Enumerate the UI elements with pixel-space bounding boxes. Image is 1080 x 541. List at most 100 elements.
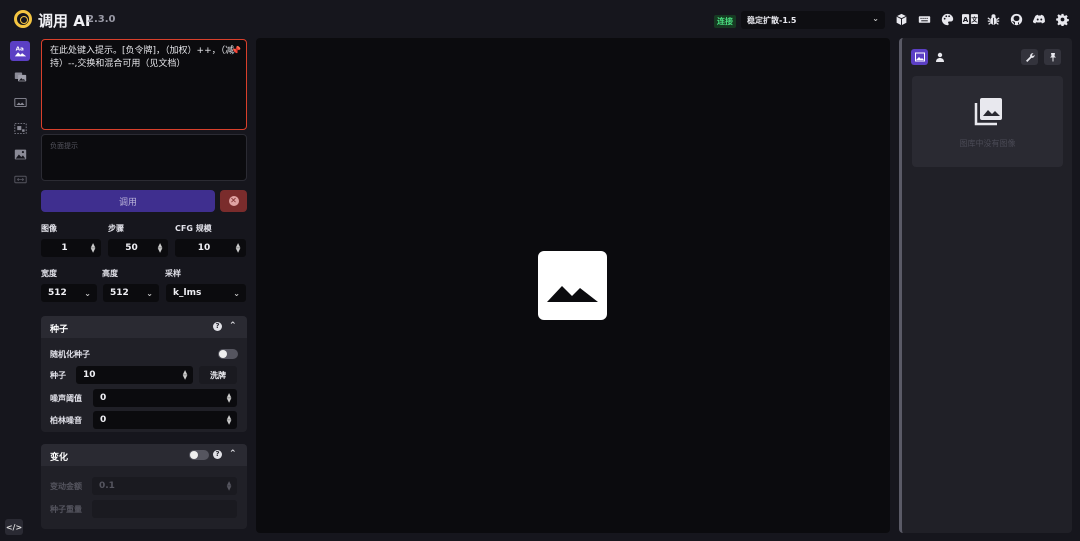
negative-prompt-input[interactable]: 负面提示 (41, 134, 247, 181)
model-select[interactable]: 稳定扩散-1.5 ⌄ (741, 11, 885, 29)
width-label: 宽度 (41, 269, 57, 278)
outpaint-icon (13, 122, 27, 134)
perlin-value: 0 (100, 415, 107, 425)
variation-toggle[interactable] (189, 450, 209, 460)
nav-nodes[interactable] (10, 144, 30, 164)
help-icon[interactable]: ? (213, 322, 222, 331)
images-value: 1 (61, 243, 68, 253)
height-label: 高度 (102, 269, 118, 278)
sampler-value: k_lms (173, 288, 202, 298)
landscape-icon (14, 149, 26, 159)
seed-input[interactable]: 10 ▲ ▼ (76, 366, 193, 384)
invoke-button[interactable]: 调用 (41, 190, 215, 212)
random-seed-toggle[interactable] (218, 349, 238, 359)
svg-text:文: 文 (971, 16, 978, 24)
cancel-button[interactable]: ✕ (220, 190, 247, 212)
perlin-input[interactable]: 0 ▲ ▼ (93, 411, 237, 429)
wrench-icon (1025, 53, 1035, 62)
stepper-icon[interactable]: ▲ ▼ (155, 243, 165, 254)
negative-prompt-placeholder: 负面提示 (50, 142, 78, 150)
stepper-icon[interactable]: ▲ ▼ (233, 243, 243, 254)
image-icon (914, 52, 925, 62)
variation-amount-value: 0.1 (99, 481, 115, 491)
stepper-icon[interactable]: ▲ ▼ (88, 243, 98, 254)
seed-weights-label: 种子重量 (50, 505, 82, 514)
variation-panel-header[interactable]: 变化 ? ⌃ (41, 444, 247, 466)
gallery-panel: 图库中没有图像 (899, 38, 1072, 533)
logo-icon (14, 10, 32, 28)
gallery-settings-button[interactable] (1021, 49, 1038, 65)
keyboard-icon[interactable] (917, 12, 931, 26)
parameters-panel: 在此处键入提示。[负令牌]，（加权）++，（减持）--,交换和混合可用（见文档）… (40, 38, 248, 541)
image-canvas (256, 38, 890, 533)
github-icon[interactable] (1009, 12, 1023, 26)
cfg-input[interactable]: 10 ▲ ▼ (175, 239, 246, 257)
prompt-text: 在此处键入提示。[负令牌]，（加权）++，（减持）--,交换和混合可用（见文档） (50, 46, 235, 69)
discord-icon[interactable] (1032, 12, 1046, 26)
chevron-down-icon: ⌄ (84, 288, 91, 298)
pin-icon[interactable]: 📌 (231, 44, 241, 57)
translate-icon[interactable]: A文 (962, 12, 978, 26)
stepper-icon[interactable]: ▲ ▼ (224, 393, 234, 404)
steps-value: 50 (125, 243, 138, 253)
chevron-up-icon[interactable]: ⌃ (229, 321, 237, 331)
svg-text:Aa: Aa (15, 46, 23, 52)
gallery-empty-text: 图库中没有图像 (959, 139, 1016, 148)
bug-icon[interactable] (986, 12, 1000, 26)
sampler-select[interactable]: k_lms ⌄ (166, 284, 246, 302)
chevron-down-icon: ⌄ (233, 288, 240, 298)
nav-postprocessing[interactable] (10, 169, 30, 189)
prompt-input[interactable]: 在此处键入提示。[负令牌]，（加权）++，（减持）--,交换和混合可用（见文档）… (41, 39, 247, 130)
nav-inpainting[interactable] (10, 92, 30, 112)
dev-code-button[interactable]: </> (5, 519, 23, 535)
images-input[interactable]: 1 ▲ ▼ (41, 239, 101, 257)
seed-panel-title: 种子 (50, 325, 69, 335)
shuffle-button[interactable]: 洗牌 (199, 366, 237, 384)
svg-text:A: A (963, 15, 969, 24)
image-placeholder-icon (538, 251, 607, 320)
gallery-user-tab[interactable] (931, 49, 948, 65)
seed-value: 10 (83, 370, 96, 380)
height-select[interactable]: 512 ⌄ (103, 284, 159, 302)
seed-weights-input[interactable] (92, 500, 237, 518)
chevron-down-icon: ⌄ (872, 14, 879, 23)
stepper-icon[interactable]: ▲ ▼ (180, 370, 190, 381)
expand-icon (13, 175, 27, 183)
inpaint-icon (13, 97, 27, 107)
chevron-up-icon[interactable]: ⌃ (229, 449, 237, 459)
stepper-icon[interactable]: ▲ ▼ (224, 481, 234, 492)
cfg-label: CFG 规模 (175, 224, 212, 233)
chevron-down-icon: ⌄ (146, 288, 153, 298)
nav-text-to-image[interactable]: Aa (10, 41, 30, 61)
app-version: 2.3.0 (87, 14, 116, 25)
pin-icon (1049, 53, 1056, 62)
cube-icon[interactable] (894, 12, 908, 26)
nav-outpainting[interactable] (10, 118, 30, 138)
nav-image-to-image[interactable] (10, 66, 30, 86)
variation-panel-title: 变化 (50, 453, 69, 463)
gallery-pin-button[interactable] (1044, 49, 1061, 65)
gallery-empty-state: 图库中没有图像 (912, 76, 1063, 167)
variation-amount-input[interactable]: 0.1 ▲ ▼ (92, 477, 237, 495)
images-icon (14, 71, 26, 81)
text-image-icon: Aa (14, 46, 26, 56)
width-select[interactable]: 512 ⌄ (41, 284, 97, 302)
threshold-input[interactable]: 0 ▲ ▼ (93, 389, 237, 407)
height-value: 512 (110, 288, 129, 298)
steps-input[interactable]: 50 ▲ ▼ (108, 239, 168, 257)
seed-panel: 种子 ? ⌃ 随机化种子 种子 10 ▲ ▼ 洗牌 噪声阈值 0 ▲ ▼ 柏林噪音 0 ▲… (41, 316, 247, 432)
gallery-images-tab[interactable] (911, 49, 928, 65)
stepper-icon[interactable]: ▲ ▼ (224, 415, 234, 426)
palette-icon[interactable] (940, 12, 954, 26)
variation-amount-label: 变动金额 (50, 482, 82, 491)
threshold-label: 噪声阈值 (50, 394, 82, 403)
variation-panel: 变化 ? ⌃ 变动金额 0.1 ▲ ▼ 种子重量 (41, 444, 247, 529)
cfg-value: 10 (197, 243, 211, 253)
gear-icon[interactable] (1055, 12, 1069, 26)
top-bar: 调用 AI 2.3.0 连接 稳定扩散-1.5 ⌄ A文 (0, 0, 1080, 38)
steps-label: 步骤 (108, 224, 124, 233)
seed-panel-header[interactable]: 种子 ? ⌃ (41, 316, 247, 338)
help-icon[interactable]: ? (213, 450, 222, 459)
sampler-label: 采样 (165, 269, 181, 278)
cancel-icon: ✕ (228, 196, 239, 206)
